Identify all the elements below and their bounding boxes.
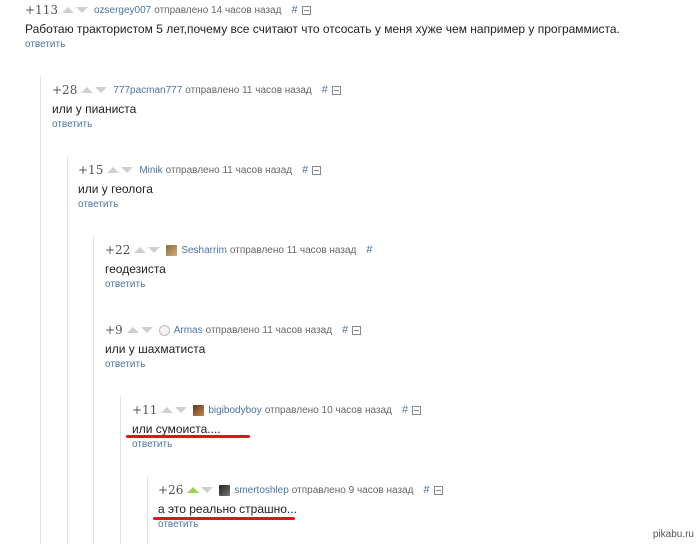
permalink-icon[interactable]: # xyxy=(423,484,429,496)
comment-score: +26 xyxy=(158,483,184,497)
downvote-icon[interactable] xyxy=(140,327,153,333)
permalink-icon[interactable]: # xyxy=(302,164,308,176)
comment-time: отправлено 10 часов назад xyxy=(264,404,392,416)
comment-text: Работаю трактористом 5 лет,почему все сч… xyxy=(25,22,620,36)
reply-link[interactable]: ответить xyxy=(132,439,421,450)
comment: +113 ozsergey007 отправлено 14 часов наз… xyxy=(25,2,620,50)
comment-author[interactable]: 777pacman777 xyxy=(113,85,182,96)
collapse-icon[interactable] xyxy=(352,325,362,335)
permalink-icon[interactable]: # xyxy=(291,4,297,16)
reply-link[interactable]: ответить xyxy=(52,119,341,130)
permalink-icon[interactable]: # xyxy=(402,404,408,416)
comment-text: или у геолога xyxy=(78,182,153,196)
comment-meta: +11 bigibodyboy отправлено 10 часов наза… xyxy=(132,402,422,418)
thread-line xyxy=(40,76,41,544)
watermark: pikabu.ru xyxy=(652,529,694,540)
upvote-icon[interactable] xyxy=(107,167,120,173)
reply-link[interactable]: ответить xyxy=(105,279,376,290)
thread-line xyxy=(147,476,148,544)
collapse-icon[interactable] xyxy=(433,485,443,495)
comment: +11 bigibodyboy отправлено 10 часов наза… xyxy=(132,402,422,450)
comment-author[interactable]: bigibodyboy xyxy=(208,405,261,416)
upvote-icon[interactable] xyxy=(187,487,200,493)
upvote-icon[interactable] xyxy=(61,7,74,13)
comment-text: а это реально страшно... xyxy=(158,502,297,516)
comment-score: +22 xyxy=(105,243,131,257)
reply-link[interactable]: ответить xyxy=(25,39,620,50)
upvote-icon[interactable] xyxy=(134,247,147,253)
reply-link[interactable]: ответить xyxy=(158,519,443,530)
avatar[interactable] xyxy=(158,324,170,336)
collapse-icon[interactable] xyxy=(412,405,422,415)
comment-score: +9 xyxy=(105,323,123,337)
comment: +15 Minik отправлено 11 часов назад # ил… xyxy=(78,162,322,210)
comment: +22 Sesharrim отправлено 11 часов назад … xyxy=(105,242,376,290)
reply-link[interactable]: ответить xyxy=(78,199,321,210)
comment: +9 Armas отправлено 11 часов назад # или… xyxy=(105,322,362,370)
upvote-icon[interactable] xyxy=(81,87,94,93)
avatar[interactable] xyxy=(193,404,205,416)
comment-author[interactable]: Sesharrim xyxy=(181,245,227,256)
comment-score: +113 xyxy=(25,3,58,17)
upvote-icon[interactable] xyxy=(126,327,139,333)
comment-text: или у пианиста xyxy=(52,102,137,116)
highlight-underline xyxy=(153,517,295,520)
comment-meta: +28 777pacman777 отправлено 11 часов наз… xyxy=(52,82,341,98)
thread-line xyxy=(67,156,68,544)
downvote-icon[interactable] xyxy=(201,487,214,493)
comment-meta: +9 Armas отправлено 11 часов назад # xyxy=(105,322,362,338)
comment-time: отправлено 11 часов назад xyxy=(205,324,333,336)
downvote-icon[interactable] xyxy=(121,167,134,173)
collapse-icon[interactable] xyxy=(331,85,341,95)
comment-score: +15 xyxy=(78,163,104,177)
downvote-icon[interactable] xyxy=(95,87,108,93)
comment-time: отправлено 9 часов назад xyxy=(291,484,414,496)
comment-time: отправлено 11 часов назад xyxy=(165,164,293,176)
highlight-underline xyxy=(126,435,250,438)
downvote-icon[interactable] xyxy=(175,407,188,413)
comment-time: отправлено 11 часов назад xyxy=(185,84,312,96)
comment-meta: +113 ozsergey007 отправлено 14 часов наз… xyxy=(25,2,620,18)
downvote-icon[interactable] xyxy=(75,7,88,13)
collapse-icon[interactable] xyxy=(301,5,311,15)
comment-author[interactable]: ozsergey007 xyxy=(94,5,151,16)
downvote-icon[interactable] xyxy=(148,247,161,253)
permalink-icon[interactable]: # xyxy=(322,84,328,96)
comment-author[interactable]: Minik xyxy=(139,165,162,176)
comment-time: отправлено 14 часов назад xyxy=(154,4,282,16)
permalink-icon[interactable]: # xyxy=(342,324,348,336)
comment-score: +28 xyxy=(52,83,78,97)
permalink-icon[interactable]: # xyxy=(366,244,372,256)
comment-text: или у шахматиста xyxy=(105,342,206,356)
comment: +26 smertoshlep отправлено 9 часов назад… xyxy=(158,482,443,530)
comment-meta: +22 Sesharrim отправлено 11 часов назад … xyxy=(105,242,376,258)
comment-meta: +15 Minik отправлено 11 часов назад # xyxy=(78,162,322,178)
comment-time: отправлено 11 часов назад xyxy=(229,244,357,256)
avatar[interactable] xyxy=(166,244,178,256)
thread-line xyxy=(120,396,121,544)
thread-line xyxy=(93,236,94,544)
comment-score: +11 xyxy=(132,403,158,417)
reply-link[interactable]: ответить xyxy=(105,359,361,370)
upvote-icon[interactable] xyxy=(161,407,174,413)
avatar[interactable] xyxy=(219,484,231,496)
collapse-icon[interactable] xyxy=(312,165,322,175)
comment-text: геодезиста xyxy=(105,262,166,276)
comment-meta: +26 smertoshlep отправлено 9 часов назад… xyxy=(158,482,443,498)
comment: +28 777pacman777 отправлено 11 часов наз… xyxy=(52,82,341,130)
comment-author[interactable]: smertoshlep xyxy=(234,485,288,496)
comment-author[interactable]: Armas xyxy=(174,325,203,336)
